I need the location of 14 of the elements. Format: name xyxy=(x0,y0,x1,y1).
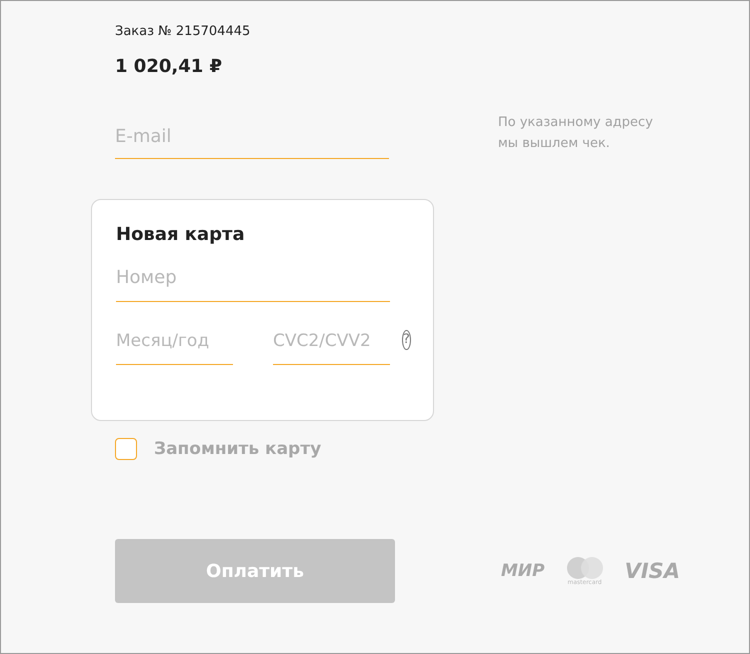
card-number-field[interactable]: Номер xyxy=(116,262,390,302)
order-number: Заказ № 215704445 xyxy=(115,23,252,41)
remember-checkbox[interactable] xyxy=(115,438,137,460)
expiry-field[interactable]: Месяц/год xyxy=(116,326,233,365)
card-title: Новая карта xyxy=(116,223,246,247)
cvc-field[interactable]: CVC2/CVV2 xyxy=(273,326,390,365)
circles-logo-icon xyxy=(566,556,603,578)
mir-logo: МИР xyxy=(501,561,545,581)
order-amount: 1 020,41 ₽ xyxy=(115,55,224,79)
help-icon[interactable]: ? xyxy=(402,330,411,350)
visa-logo: VISA xyxy=(624,559,680,583)
email-hint: По указанному адресу мы вышлем чек. xyxy=(498,114,654,153)
remember-label: Запомнить карту xyxy=(154,439,322,459)
email-field[interactable]: E-mail xyxy=(115,123,389,159)
